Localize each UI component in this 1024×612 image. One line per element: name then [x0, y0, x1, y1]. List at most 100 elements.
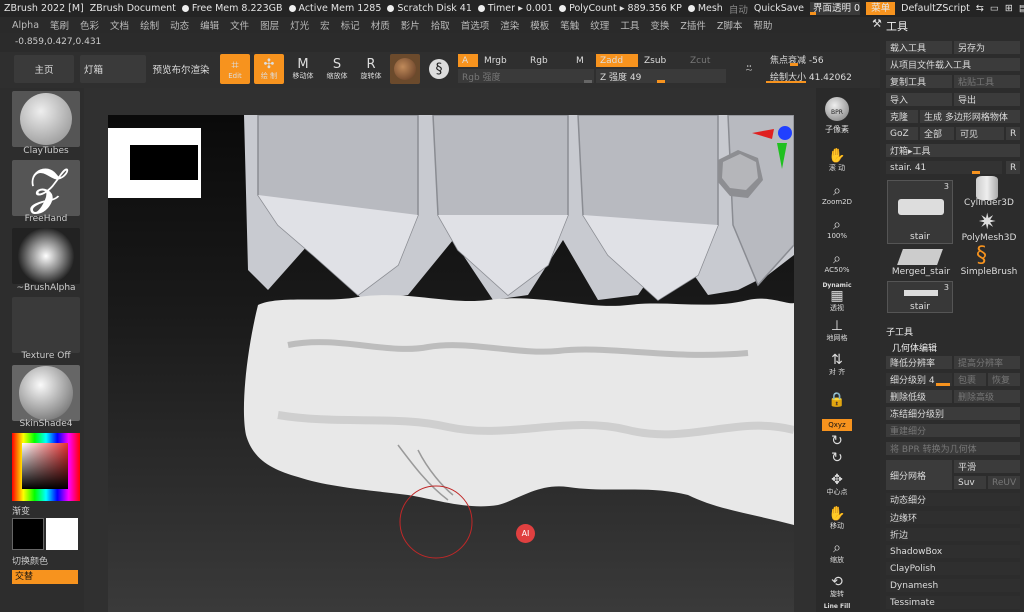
rgb-button[interactable]: Rgb [526, 54, 570, 67]
layout-icon[interactable]: ▭ [990, 3, 999, 14]
rotate-z-icon[interactable]: ↻ [822, 450, 852, 466]
smooth-toggle[interactable]: 平滑 [954, 460, 1020, 473]
suv-toggle[interactable]: Suv [954, 476, 986, 489]
menu-item-16[interactable]: 渲染 [500, 18, 519, 32]
subpixel-button[interactable]: 子像素 [822, 122, 852, 136]
scroll-button[interactable]: ✋ 滚 动 [822, 144, 852, 178]
bpr-preview-button[interactable]: 预览布尔渲染 [150, 55, 212, 83]
shadowbox-header[interactable]: ShadowBox [886, 545, 1020, 558]
zsub-button[interactable]: Zsub [640, 54, 684, 67]
menu-item-18[interactable]: 笔触 [560, 18, 579, 32]
tool-thumb-stair[interactable]: 3 stair [887, 180, 953, 244]
menu-item-17[interactable]: 模板 [530, 18, 549, 32]
line-fill-button[interactable]: Line Fill [822, 600, 852, 612]
interface-transparency-slider[interactable]: 界面透明 0 [810, 2, 861, 15]
tessimate-header[interactable]: Tessimate [886, 596, 1020, 609]
menu-item-10[interactable]: 宏 [320, 18, 330, 32]
menu-item-8[interactable]: 图层 [260, 18, 279, 32]
zoom2d-button[interactable]: ⌕ Zoom2D [822, 178, 852, 212]
geometry-header[interactable]: 几何体编辑 [892, 341, 937, 354]
lock-icon[interactable]: 🔒 [822, 383, 852, 417]
export-button[interactable]: 导出 [954, 93, 1020, 106]
swap-icon[interactable]: ⇆ [976, 3, 984, 14]
draw-button[interactable]: ✣ 绘 制 [254, 54, 284, 84]
menu-item-13[interactable]: 影片 [401, 18, 420, 32]
divide-button[interactable]: 细分网格 [886, 460, 952, 490]
xyz-button[interactable]: Qxyz [822, 419, 852, 431]
secondary-color-swatch[interactable] [12, 518, 44, 550]
make-polymesh-button[interactable]: 生成 多边形网格物体 [920, 110, 1020, 123]
brush-thumbnail[interactable] [12, 91, 80, 147]
zadd-button[interactable]: Zadd [596, 54, 638, 67]
scale-button[interactable]: S 缩放体 [322, 54, 352, 84]
draw-size-slider[interactable]: 绘制大小 41.42062 [766, 69, 876, 83]
material-icon[interactable] [390, 54, 420, 84]
menu-item-22[interactable]: Z插件 [680, 18, 706, 32]
cage-button[interactable]: 包裹 [954, 373, 986, 386]
import-button[interactable]: 导入 [886, 93, 952, 106]
tool-thumb-merged-stair[interactable]: Merged_stair [886, 267, 956, 277]
menu-item-15[interactable]: 首选项 [461, 18, 490, 32]
menu-item-12[interactable]: 材质 [371, 18, 390, 32]
crease-header[interactable]: 折边 [886, 528, 1020, 541]
subtool-header[interactable]: 子工具 [886, 325, 913, 338]
quicksave-button[interactable]: QuickSave [754, 3, 804, 14]
goz-visible-button[interactable]: 可见 [956, 127, 1004, 140]
tool-thumb-cylinder3d[interactable]: Cylinder3D [956, 198, 1022, 208]
freeze-subdivision-button[interactable]: 冻结细分级别 [886, 407, 1020, 420]
menu-item-2[interactable]: 色彩 [80, 18, 99, 32]
mrgb-button[interactable]: Mrgb [480, 54, 524, 67]
sdiv-slider[interactable]: 细分级别 4 [886, 373, 952, 386]
goz-button[interactable]: GoZ [886, 127, 918, 140]
polymesh3d-icon[interactable]: ✷ [978, 210, 996, 235]
menu-item-5[interactable]: 动态 [170, 18, 189, 32]
swap-color-button[interactable]: 交替 [12, 570, 78, 584]
tool-thumb-stair-2[interactable]: 3 stair [887, 281, 953, 313]
menu-item-23[interactable]: Z脚本 [717, 18, 743, 32]
load-from-project-button[interactable]: 从项目文件载入工具 [886, 58, 1020, 71]
delete-higher-button[interactable]: 删除高级 [954, 390, 1020, 403]
tool-r-button[interactable]: R [1006, 161, 1020, 174]
menu-item-0[interactable]: Alpha [12, 20, 39, 31]
edit-button[interactable]: ⌗ Edit [220, 54, 250, 84]
lightbox-button[interactable]: 灯箱 [80, 55, 146, 83]
center-point-button[interactable]: ✥ 中心点 [822, 468, 852, 502]
bpr-button[interactable]: BPR [822, 92, 852, 126]
spotlight-icon[interactable]: ⍨ [734, 54, 764, 84]
tool-thumb-polymesh3d[interactable]: PolyMesh3D [956, 233, 1022, 243]
move-button[interactable]: M 移动体 [288, 54, 318, 84]
texture-thumbnail[interactable] [12, 297, 80, 353]
edgeloop-header[interactable]: 边缘环 [886, 511, 1020, 524]
color-picker[interactable] [12, 433, 80, 501]
restore-button[interactable]: 恢复 [988, 373, 1020, 386]
menu-item-9[interactable]: 灯光 [290, 18, 309, 32]
material-thumbnail[interactable] [12, 365, 80, 421]
delete-lower-button[interactable]: 删除低级 [886, 390, 952, 403]
zcut-button[interactable]: Zcut [686, 54, 726, 67]
rotate-button[interactable]: R 旋转体 [356, 54, 386, 84]
stroke-thumbnail[interactable]: 𝓩 [12, 160, 80, 216]
paste-tool-button[interactable]: 粘贴工具 [954, 75, 1020, 88]
color-sphere-icon[interactable]: § [424, 54, 454, 84]
menu-button[interactable]: 菜单 [866, 2, 896, 15]
lightbox-tools-button[interactable]: 灯箱▸工具 [886, 144, 1020, 157]
menu-item-19[interactable]: 纹理 [590, 18, 609, 32]
menu-item-1[interactable]: 笔刷 [50, 18, 69, 32]
move-view-button[interactable]: ✋ 移动 [822, 502, 852, 536]
focal-shift-slider[interactable]: 焦点衰减 -56 [766, 52, 876, 66]
rgb-intensity-slider[interactable]: Rgb 强度 [458, 69, 594, 83]
menu-item-24[interactable]: 帮助 [753, 18, 772, 32]
menu-item-4[interactable]: 绘制 [140, 18, 159, 32]
claypolish-header[interactable]: ClayPolish [886, 562, 1020, 575]
switch-color-label[interactable]: 切换颜色 [12, 554, 80, 567]
alpha-thumbnail[interactable] [12, 228, 80, 284]
a-button[interactable]: A [458, 54, 478, 67]
dynamic-subdiv-header[interactable]: 动态细分 [886, 493, 1020, 506]
panel-icon[interactable]: ▤ [1019, 3, 1024, 14]
menu-item-21[interactable]: 变换 [650, 18, 669, 32]
higher-res-button[interactable]: 提高分辨率 [954, 356, 1020, 369]
reuv-toggle[interactable]: ReUV [988, 476, 1020, 489]
load-tool-button[interactable]: 载入工具 [886, 41, 952, 54]
ai-assistant-icon[interactable]: AI [516, 524, 535, 543]
bpr-to-geometry-button[interactable]: 将 BPR 转换为几何体 [886, 442, 1020, 455]
